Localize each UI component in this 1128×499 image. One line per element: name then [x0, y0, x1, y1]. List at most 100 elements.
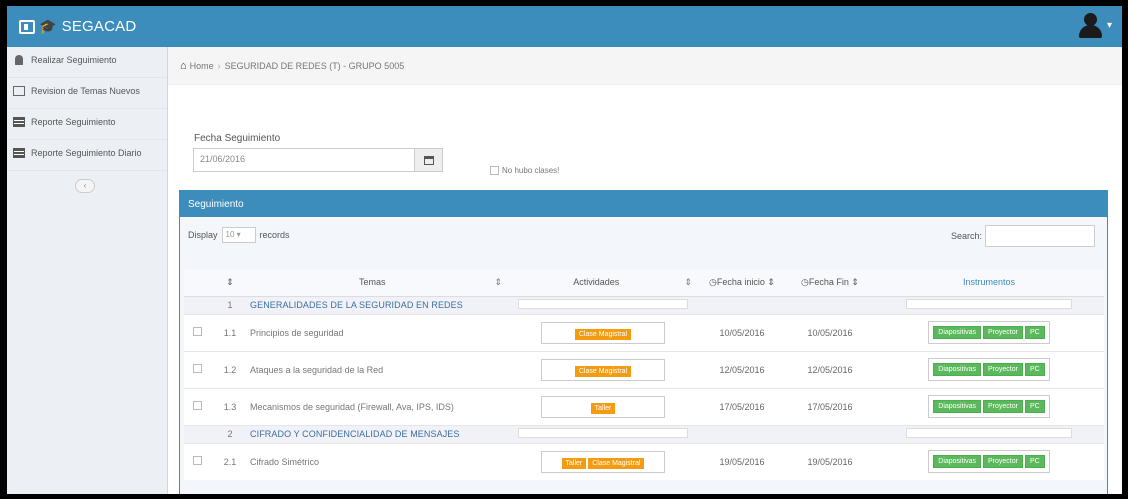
cell-actividades — [508, 424, 698, 443]
user-icon — [15, 55, 23, 65]
table-row: 2.1 Cifrado Simétrico Taller Clase Magistra… — [184, 442, 1104, 480]
header-checkbox — [184, 269, 210, 297]
header-temas[interactable]: Temas ⇕ — [250, 269, 508, 297]
instrumento-badge: PC — [1024, 400, 1045, 413]
search-input[interactable] — [985, 225, 1095, 247]
actividades-box[interactable]: Clase Magistral — [541, 358, 665, 381]
header-fecha-fin[interactable]: ◷Fecha Fin ⇕ — [786, 269, 874, 297]
no-hubo-checkbox[interactable] — [490, 166, 499, 175]
cell-num: 1 — [210, 295, 250, 314]
user-menu[interactable]: ▾ — [1076, 11, 1112, 39]
app-window: 🎓 SEGACAD ▾ Realizar Seguimiento Revisio… — [7, 6, 1122, 494]
cell-actividades: Taller — [508, 387, 698, 425]
no-hubo-clases-toggle[interactable]: No hubo clases! — [490, 166, 559, 175]
table-group-row: 1 GENERALIDADES DE LA SEGURIDAD EN REDES — [184, 295, 1104, 314]
instrumentos-box[interactable]: Diapositivas Proyector PC — [928, 358, 1050, 381]
brand-logo[interactable]: 🎓 SEGACAD — [7, 6, 168, 47]
sidebar-item-reporte-diario[interactable]: Reporte Seguimiento Diario — [7, 140, 167, 171]
cell-num: 1.1 — [210, 313, 250, 351]
instrumento-badge: Diapositivas — [933, 326, 982, 339]
cell-actividades — [508, 295, 698, 314]
cell-instrumentos: Diapositivas Proyector PC — [874, 350, 1104, 388]
cell-fecha-inicio: 17/05/2016 — [698, 387, 786, 425]
seguimiento-panel: Seguimiento Display 10 ▾ records Search: — [179, 190, 1108, 494]
no-hubo-label: No hubo clases! — [502, 166, 560, 175]
cell-actividades: Clase Magistral — [508, 313, 698, 351]
header-fecha-inicio[interactable]: ◷Fecha inicio ⇕ — [698, 269, 786, 297]
actividad-badge: Clase Magistral — [588, 457, 645, 469]
cell-instrumentos: Diapositivas Proyector PC — [874, 313, 1104, 351]
cell-empty — [786, 295, 874, 314]
cell-instrumentos — [874, 295, 1104, 314]
row-checkbox[interactable] — [192, 401, 202, 410]
sidebar-item-revision-temas[interactable]: Revision de Temas Nuevos — [7, 78, 167, 109]
header-num[interactable]: ⇕ — [210, 269, 250, 297]
cell-tema: Cifrado Simétrico — [250, 442, 508, 480]
main-content: ⌂ Home › SEGURIDAD DE REDES (T) - GRUPO … — [168, 47, 1122, 494]
cell-checkbox — [184, 350, 210, 388]
cell-checkbox — [184, 442, 210, 480]
cell-num: 1.2 — [210, 350, 250, 388]
cell-fecha-inicio: 10/05/2016 — [698, 313, 786, 351]
table-row: 1.2 Ataques a la seguridad de la Red Clase… — [184, 350, 1104, 388]
instrumento-badge: PC — [1024, 326, 1045, 339]
display-control: Display 10 ▾ records — [188, 227, 290, 243]
sidebar-item-label: Realizar Seguimiento — [31, 55, 117, 65]
cell-instrumentos: Diapositivas Proyector PC — [874, 442, 1104, 480]
actividades-box[interactable]: Taller — [541, 395, 665, 418]
breadcrumb-home[interactable]: Home — [190, 61, 214, 71]
search-control: Search: — [951, 225, 1095, 247]
header-instrumentos[interactable]: Instrumentos — [874, 269, 1104, 297]
cell-num: 1.3 — [210, 387, 250, 425]
cell-num: 2.1 — [210, 442, 250, 480]
sidebar-item-realizar-seguimiento[interactable]: Realizar Seguimiento — [7, 47, 167, 78]
cell-tema: Principios de seguridad — [250, 313, 508, 351]
breadcrumb-current: SEGURIDAD DE REDES (T) - GRUPO 5005 — [224, 60, 405, 71]
records-label: records — [259, 230, 290, 240]
row-checkbox[interactable] — [192, 364, 202, 373]
cell-tema-group: CIFRADO Y CONFIDENCIALIDAD DE MENSAJES — [250, 424, 508, 443]
cell-fecha-fin: 10/05/2016 — [786, 313, 874, 351]
cell-fecha-inicio: 12/05/2016 — [698, 350, 786, 388]
sidebar-item-label: Revision de Temas Nuevos — [31, 86, 140, 96]
cell-fecha-inicio: 19/05/2016 — [698, 442, 786, 480]
fecha-input[interactable]: 21/06/2016 — [193, 148, 415, 172]
breadcrumb: ⌂ Home › SEGURIDAD DE REDES (T) - GRUPO … — [168, 47, 1122, 85]
calendar-button[interactable] — [415, 148, 443, 172]
cell-instrumentos: Diapositivas Proyector PC — [874, 387, 1104, 425]
instrumentos-box[interactable]: Diapositivas Proyector PC — [928, 321, 1050, 344]
actividades-box[interactable]: Clase Magistral — [541, 321, 665, 344]
actividad-badge: Clase Magistral — [574, 365, 632, 377]
panel-title: Seguimiento — [180, 191, 1107, 217]
cell-fecha-fin: 19/05/2016 — [786, 442, 874, 480]
records-per-page-select[interactable]: 10 ▾ — [221, 227, 256, 243]
cell-num: 2 — [210, 424, 250, 443]
cell-empty — [698, 295, 786, 314]
edit-icon — [13, 86, 25, 96]
instrumento-badge: Proyector — [983, 326, 1023, 339]
seguimiento-table: ⇕ Temas ⇕ Actividades ⇕ ◷Fecha inicio ⇕ ◷F… — [184, 269, 1104, 480]
cell-checkbox — [184, 313, 210, 351]
instrumentos-box[interactable]: Diapositivas Proyector PC — [928, 450, 1050, 474]
home-icon: ⌂ — [180, 59, 187, 72]
sidebar-collapse-button[interactable]: ‹ — [75, 179, 95, 193]
instrumento-badge: Proyector — [983, 455, 1023, 469]
top-navbar: 🎓 SEGACAD ▾ — [7, 6, 1122, 47]
user-avatar-icon — [1076, 11, 1104, 39]
logo-icon — [19, 19, 35, 34]
instrumento-badge: Diapositivas — [933, 455, 982, 469]
header-actividades[interactable]: Actividades ⇕ — [508, 269, 698, 297]
row-checkbox[interactable] — [192, 456, 202, 466]
table-row: 1.1 Principios de seguridad Clase Magistra… — [184, 313, 1104, 351]
cell-fecha-fin: 17/05/2016 — [786, 387, 874, 425]
table-icon — [13, 148, 25, 158]
row-checkbox[interactable] — [192, 327, 202, 336]
instrumentos-box[interactable]: Diapositivas Proyector PC — [928, 395, 1050, 418]
sidebar-item-reporte-seguimiento[interactable]: Reporte Seguimiento — [7, 109, 167, 140]
table-row: 1.3 Mecanismos de seguridad (Firewall, Av… — [184, 387, 1104, 425]
cell-tema: Ataques a la seguridad de la Red — [250, 350, 508, 388]
cell-empty — [184, 295, 210, 314]
actividades-box[interactable]: Taller Clase Magistral — [541, 450, 665, 473]
cell-actividades: Clase Magistral — [508, 350, 698, 388]
graduation-cap-icon: 🎓 — [39, 18, 57, 34]
